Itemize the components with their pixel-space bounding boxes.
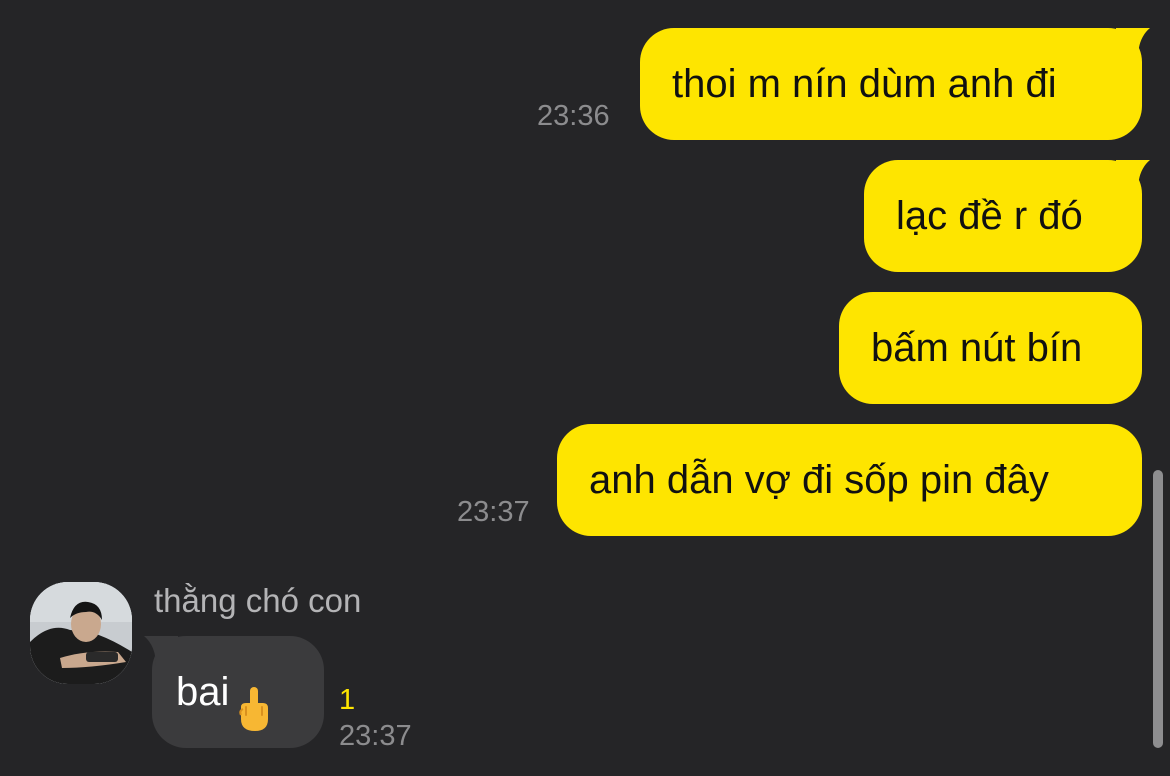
middle-finger-emoji-icon [237, 664, 271, 732]
message-text: thoi m nín dùm anh đi [672, 62, 1057, 106]
profile-photo-icon [30, 582, 132, 684]
message-text: anh dẫn vợ đi sốp pin đây [589, 458, 1049, 502]
avatar[interactable] [30, 582, 132, 684]
message-timestamp: 23:36 [537, 100, 610, 132]
unread-count: 1 [339, 684, 356, 716]
scrollbar[interactable] [1153, 470, 1163, 748]
message-text: bấm nút bín [871, 326, 1083, 370]
bubble-tail-icon [1116, 160, 1150, 190]
outgoing-message-bubble[interactable]: thoi m nín dùm anh đi [640, 28, 1150, 140]
message-timestamp: 23:37 [339, 720, 412, 752]
outgoing-message-bubble[interactable]: lạc đề r đó [864, 160, 1150, 272]
message-text: lạc đề r đó [896, 194, 1083, 238]
chat-thread: thoi m nín dùm anh đi 23:36 lạc đề r đó … [0, 0, 1170, 766]
outgoing-message-bubble[interactable]: bấm nút bín [839, 292, 1142, 404]
sender-name: thằng chó con [154, 582, 362, 619]
incoming-message-bubble[interactable]: bai [144, 636, 324, 748]
message-timestamp: 23:37 [457, 496, 530, 528]
message-text: bai [176, 670, 230, 714]
bubble-tail-icon [1116, 28, 1150, 58]
bubble-tail-icon [144, 636, 178, 666]
outgoing-message-bubble[interactable]: anh dẫn vợ đi sốp pin đây [557, 424, 1142, 536]
